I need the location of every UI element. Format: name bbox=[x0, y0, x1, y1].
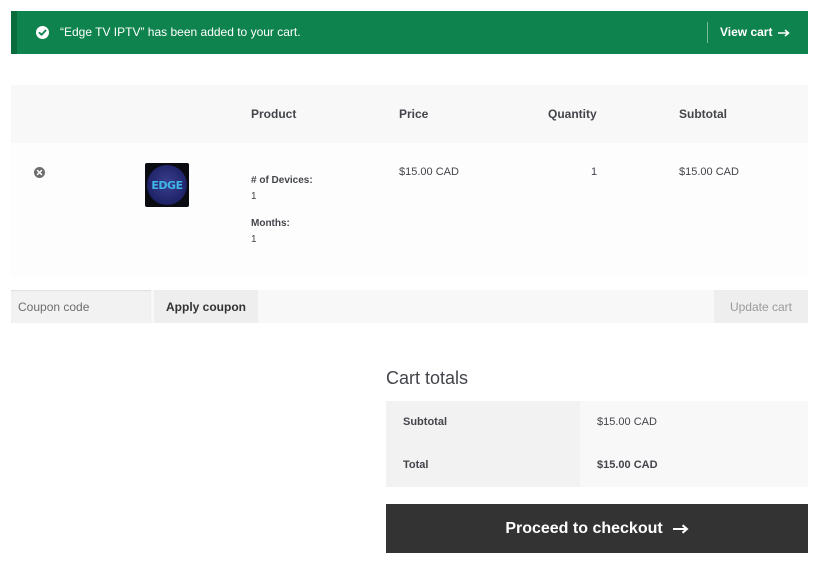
meta-devices-value: 1 bbox=[251, 191, 257, 202]
checkout-label: Proceed to checkout bbox=[505, 519, 663, 537]
item-price: $15.00 CAD bbox=[399, 166, 459, 178]
product-thumbnail[interactable]: EDGE bbox=[145, 163, 189, 207]
view-cart-link[interactable]: View cart bbox=[720, 11, 791, 54]
update-cart-button[interactable]: Update cart bbox=[714, 290, 808, 323]
thumbnail-logo-text: EDGE bbox=[151, 178, 183, 192]
header-price: Price bbox=[399, 107, 429, 121]
totals-total-value: $15.00 CAD bbox=[580, 444, 808, 487]
check-circle-icon bbox=[36, 26, 49, 39]
header-product: Product bbox=[251, 107, 297, 121]
item-quantity[interactable]: 1 bbox=[591, 166, 597, 178]
cart-totals-table: Subtotal $15.00 CAD Total $15.00 CAD bbox=[386, 401, 808, 487]
proceed-to-checkout-button[interactable]: Proceed to checkout bbox=[386, 504, 808, 553]
meta-months-label: Months: bbox=[251, 218, 290, 229]
cart-item-row: EDGE # of Devices: 1 Months: 1 $15.00 CA… bbox=[11, 143, 808, 277]
header-quantity: Quantity bbox=[548, 107, 597, 121]
cart-totals-title: Cart totals bbox=[386, 368, 469, 388]
remove-circle-icon[interactable] bbox=[34, 167, 45, 178]
totals-subtotal-value: $15.00 CAD bbox=[580, 401, 808, 444]
header-subtotal: Subtotal bbox=[679, 107, 727, 121]
totals-subtotal-row: Subtotal $15.00 CAD bbox=[386, 401, 808, 444]
arrow-right-icon bbox=[672, 523, 689, 534]
cart-actions: Apply coupon Update cart bbox=[11, 290, 808, 323]
coupon-code-input[interactable] bbox=[11, 290, 151, 323]
arrow-right-icon bbox=[778, 28, 791, 37]
totals-subtotal-label: Subtotal bbox=[386, 401, 580, 444]
thumbnail-logo: EDGE bbox=[147, 165, 187, 205]
cart-table-header: Product Price Quantity Subtotal bbox=[11, 85, 808, 143]
view-cart-label: View cart bbox=[720, 25, 773, 39]
item-subtotal: $15.00 CAD bbox=[679, 166, 739, 178]
totals-total-label: Total bbox=[386, 444, 580, 487]
apply-coupon-button[interactable]: Apply coupon bbox=[154, 290, 258, 323]
totals-total-row: Total $15.00 CAD bbox=[386, 444, 808, 487]
meta-months-value: 1 bbox=[251, 234, 257, 245]
notice-message: “Edge TV IPTV” has been added to your ca… bbox=[60, 25, 301, 39]
cart-notice: “Edge TV IPTV” has been added to your ca… bbox=[11, 11, 808, 54]
notice-divider bbox=[707, 22, 708, 43]
meta-devices-label: # of Devices: bbox=[251, 175, 313, 186]
